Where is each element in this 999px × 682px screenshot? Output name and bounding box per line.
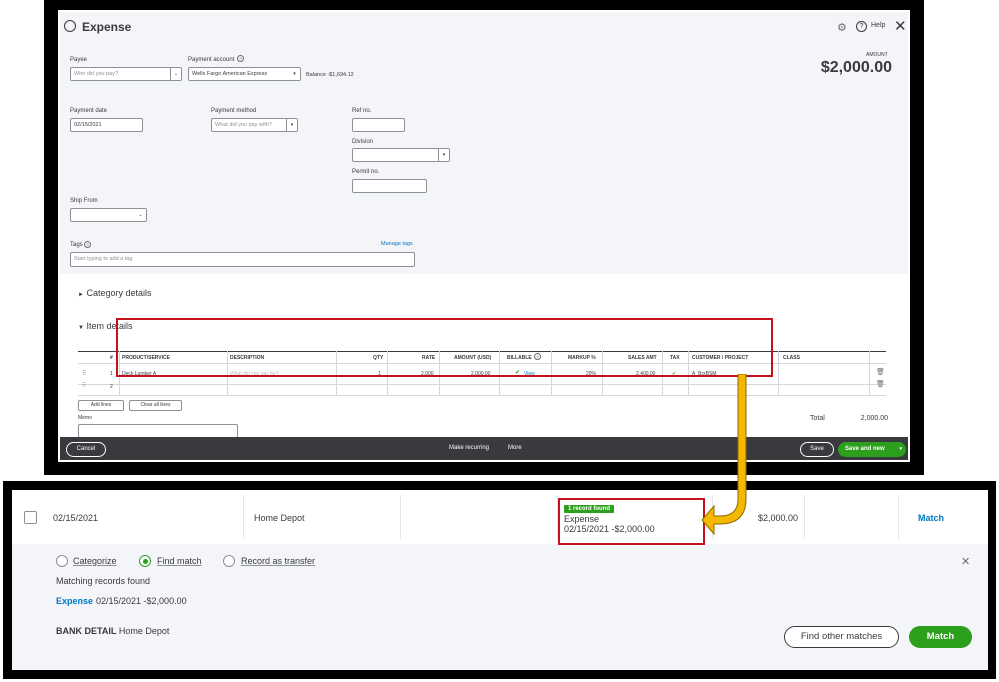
ref-no-label: Ref no. bbox=[352, 108, 372, 114]
categorize-radio[interactable] bbox=[56, 555, 68, 567]
table-divider bbox=[78, 384, 886, 385]
total-label: Total bbox=[810, 415, 825, 422]
table-divider bbox=[778, 351, 779, 395]
save-button[interactable]: Save bbox=[800, 442, 834, 457]
highlight-box bbox=[116, 318, 773, 377]
total-value: 2,000.00 bbox=[860, 415, 888, 422]
payment-method-label: Payment method bbox=[211, 108, 257, 114]
save-and-new-label: Save and new bbox=[845, 446, 885, 452]
payment-account-label: Payment account bbox=[188, 57, 235, 63]
transaction-description: Home Depot bbox=[254, 513, 305, 523]
gear-icon[interactable]: ⚙ bbox=[837, 21, 847, 34]
drag-handle-icon[interactable]: ⠿ bbox=[82, 382, 86, 389]
page-title: Expense bbox=[82, 20, 132, 34]
category-details-toggle[interactable]: ► Category details bbox=[78, 288, 152, 298]
division-label: Division bbox=[352, 139, 374, 145]
add-lines-button[interactable]: Add lines bbox=[78, 400, 124, 411]
record-as-transfer-radio-label[interactable]: Record as transfer bbox=[241, 556, 315, 566]
bank-detail-label: BANK DETAIL bbox=[56, 626, 117, 636]
categorize-radio-label[interactable]: Categorize bbox=[73, 556, 117, 566]
column-divider bbox=[804, 495, 805, 539]
chevron-down-icon[interactable]: ▾ bbox=[899, 442, 902, 457]
table-divider bbox=[869, 351, 870, 395]
bank-feed-panel: 02/15/2021 Home Depot 1 record found Exp… bbox=[12, 490, 988, 670]
account-balance: Balance -$1,694.12 bbox=[306, 72, 354, 78]
cancel-button[interactable]: Cancel bbox=[66, 442, 106, 457]
ship-from-label: Ship From bbox=[70, 198, 98, 204]
transaction-row[interactable] bbox=[12, 490, 988, 544]
chevron-down-icon[interactable]: ⌄ bbox=[135, 209, 146, 221]
match-link[interactable]: Match bbox=[918, 513, 944, 523]
chevron-down-icon[interactable]: ▾ bbox=[438, 149, 449, 161]
make-recurring-link[interactable]: Make recurring bbox=[449, 445, 489, 451]
column-divider bbox=[400, 495, 401, 539]
permit-no-input[interactable] bbox=[352, 179, 427, 193]
info-icon[interactable]: ? bbox=[237, 55, 244, 62]
matching-records-title: Matching records found bbox=[56, 576, 151, 586]
drag-handle-icon[interactable]: ⠿ bbox=[82, 370, 86, 377]
trash-icon[interactable]: 🗑 bbox=[876, 368, 885, 376]
payment-date-input[interactable]: 02/15/2021 bbox=[70, 118, 143, 132]
find-match-radio-label[interactable]: Find match bbox=[157, 556, 202, 566]
amount-value: $2,000.00 bbox=[820, 59, 892, 76]
payment-account-select[interactable]: Wells Fargo American Express ▾ bbox=[188, 67, 301, 81]
find-match-radio[interactable] bbox=[139, 555, 151, 567]
permit-no-label: Permit no. bbox=[352, 169, 380, 175]
payee-label: Payee bbox=[70, 57, 88, 63]
caret-down-icon: ▼ bbox=[78, 325, 84, 331]
memo-label: Memo bbox=[78, 415, 92, 421]
chevron-down-icon[interactable]: ⌄ bbox=[170, 68, 181, 80]
expense-window: Expense ⚙ ? Help ✕ AMOUNT $2,000.00 Paye… bbox=[58, 10, 910, 462]
save-and-new-button[interactable]: Save and new ▾ bbox=[838, 442, 906, 457]
ref-no-input[interactable] bbox=[352, 118, 405, 132]
match-record-detail: 02/15/2021 -$2,000.00 bbox=[96, 596, 187, 606]
chevron-down-icon[interactable]: ▾ bbox=[286, 119, 297, 131]
column-divider bbox=[243, 495, 244, 539]
amount-label: AMOUNT bbox=[866, 52, 888, 58]
more-link[interactable]: More bbox=[508, 445, 522, 451]
caret-right-icon: ► bbox=[78, 292, 84, 298]
payment-date-label: Payment date bbox=[70, 108, 108, 114]
column-header-class: CLASS bbox=[783, 355, 800, 361]
bank-detail-value: Home Depot bbox=[118, 626, 170, 636]
help-icon[interactable]: ? bbox=[856, 21, 867, 32]
payee-input[interactable]: Who did you pay? ⌄ bbox=[70, 67, 182, 81]
match-record-link[interactable]: Expense bbox=[56, 596, 93, 606]
record-as-transfer-radio[interactable] bbox=[223, 555, 235, 567]
help-label[interactable]: Help bbox=[871, 22, 885, 29]
payment-method-select[interactable]: What did you pay with? ▾ bbox=[211, 118, 298, 132]
info-icon[interactable]: ? bbox=[84, 241, 91, 248]
chevron-down-icon[interactable]: ▾ bbox=[289, 68, 300, 80]
close-icon[interactable]: ✕ bbox=[894, 17, 907, 35]
row-number: 2 bbox=[110, 384, 113, 390]
division-select[interactable]: ▾ bbox=[352, 148, 450, 162]
trash-icon[interactable]: 🗑 bbox=[876, 380, 885, 388]
find-other-matches-button[interactable]: Find other matches bbox=[784, 626, 899, 648]
match-button[interactable]: Match bbox=[909, 626, 972, 648]
connector-arrow-icon bbox=[701, 374, 747, 536]
transaction-amount: $2,000.00 bbox=[758, 513, 799, 523]
column-header-number: # bbox=[110, 355, 113, 361]
tags-input[interactable]: Start typing to add a tag bbox=[70, 252, 415, 267]
manage-tags-link[interactable]: Manage tags bbox=[381, 241, 413, 247]
bank-detail: BANK DETAIL Home Depot bbox=[56, 626, 169, 636]
column-divider bbox=[898, 495, 899, 539]
transaction-date: 02/15/2021 bbox=[53, 513, 99, 523]
row-number: 1 bbox=[110, 371, 113, 377]
row-checkbox[interactable] bbox=[24, 511, 37, 524]
table-divider bbox=[78, 395, 886, 396]
highlight-box bbox=[558, 498, 705, 545]
history-icon[interactable] bbox=[64, 20, 76, 32]
close-icon[interactable]: ✕ bbox=[961, 555, 970, 568]
category-details-label: Category details bbox=[86, 288, 152, 298]
tags-label: Tags bbox=[70, 242, 83, 248]
clear-all-lines-button[interactable]: Clear all lines bbox=[129, 400, 182, 411]
ship-from-select[interactable]: ⌄ bbox=[70, 208, 147, 222]
